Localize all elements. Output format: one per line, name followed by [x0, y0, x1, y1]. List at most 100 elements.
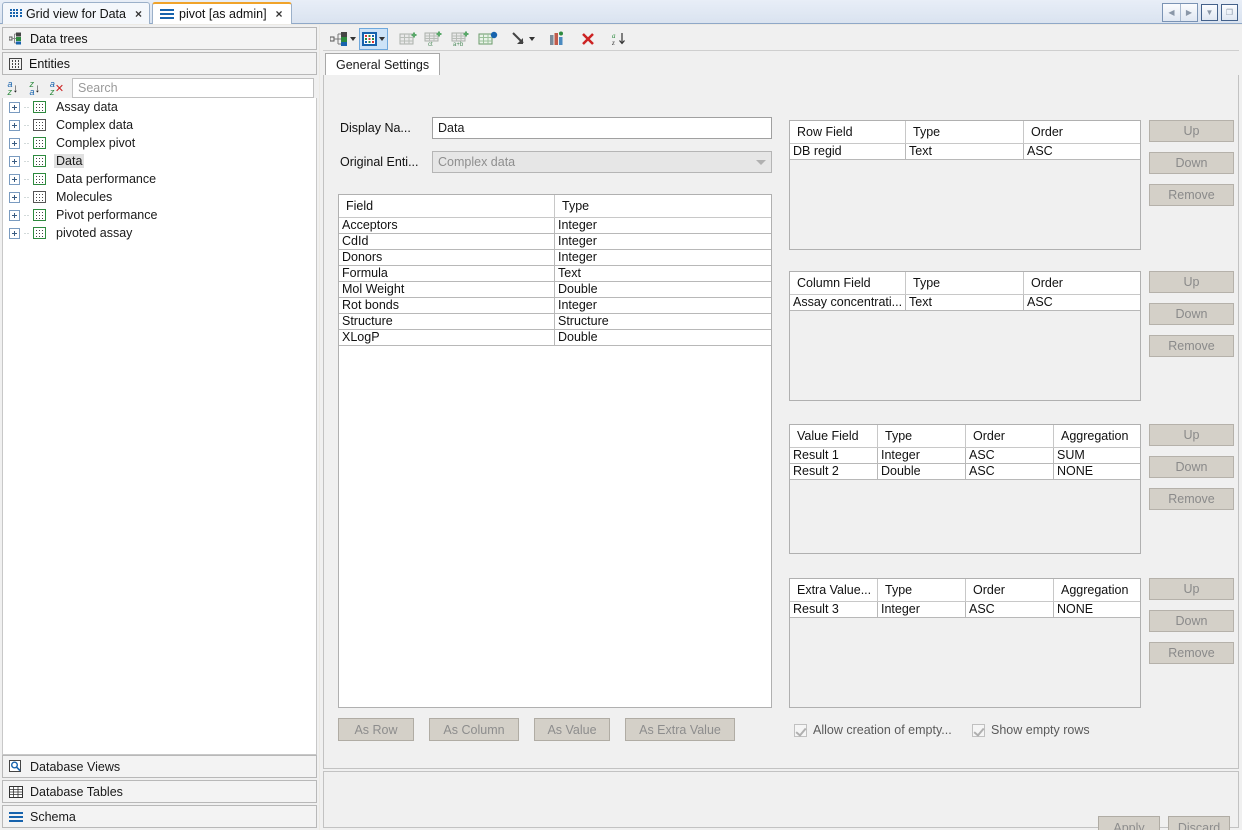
column-header[interactable]: Aggregation [1054, 425, 1140, 447]
table-row[interactable]: StructureStructure [339, 314, 771, 330]
as-column-button[interactable]: As Column [429, 718, 519, 741]
as-extra-value-button[interactable]: As Extra Value [625, 718, 735, 741]
delete-icon[interactable] [577, 28, 599, 50]
sort-desc-icon[interactable]: za↓ [24, 78, 46, 98]
sidebar-item-database-tables[interactable]: Database Tables [2, 780, 317, 803]
table-row[interactable]: DonorsInteger [339, 250, 771, 266]
expand-icon[interactable] [9, 192, 20, 203]
original-entity-select[interactable]: Complex data [432, 151, 772, 173]
table-row[interactable]: Rot bondsInteger [339, 298, 771, 314]
column-field-table[interactable]: Column FieldTypeOrderAssay concentrati..… [789, 271, 1141, 401]
down-button[interactable]: Down [1149, 456, 1234, 478]
as-value-button[interactable]: As Value [534, 718, 610, 741]
table-row[interactable]: Assay concentrati...TextASC [790, 295, 1140, 311]
sidebar-section-data-trees[interactable]: Data trees [2, 27, 317, 50]
table-row[interactable]: CdIdInteger [339, 234, 771, 250]
column-header[interactable]: Type [906, 272, 1024, 294]
remove-button[interactable]: Remove [1149, 184, 1234, 206]
tab-grid-view-for-data[interactable]: Grid view for Data × [2, 2, 150, 24]
as-row-button[interactable]: As Row [338, 718, 414, 741]
show-empty-rows-checkbox-row[interactable]: Show empty rows [972, 723, 1090, 737]
tab-close-icon[interactable]: × [135, 7, 142, 21]
apply-button[interactable]: Apply [1098, 816, 1160, 830]
sidebar-item-database-views[interactable]: Database Views [2, 755, 317, 778]
tree-item-data[interactable]: ··Data [3, 152, 316, 170]
tree-item-molecules[interactable]: ··Molecules [3, 188, 316, 206]
expand-icon[interactable] [9, 102, 20, 113]
column-header[interactable]: Order [1024, 272, 1140, 294]
table-row[interactable]: Mol WeightDouble [339, 282, 771, 298]
table-empty-area[interactable] [790, 480, 1140, 553]
allow-empty-checkbox[interactable] [794, 724, 807, 737]
remove-button[interactable]: Remove [1149, 642, 1234, 664]
column-header[interactable]: Type [906, 121, 1024, 143]
tree-item-pivoted-assay[interactable]: ··pivoted assay [3, 224, 316, 242]
column-header[interactable]: Column Field [790, 272, 906, 294]
sort-asc-icon[interactable]: az↓ [2, 78, 24, 98]
chart-icon[interactable] [546, 28, 568, 50]
column-header[interactable]: Extra Value... [790, 579, 878, 601]
column-header[interactable]: Type [555, 195, 771, 217]
tree-item-assay-data[interactable]: ··Assay data [3, 98, 316, 116]
tab-pivot-as-admin[interactable]: pivot [as admin] × [152, 2, 292, 24]
value-field-table[interactable]: Value FieldTypeOrderAggregationResult 1I… [789, 424, 1141, 554]
up-button[interactable]: Up [1149, 578, 1234, 600]
down-button[interactable]: Down [1149, 303, 1234, 325]
sort-icon[interactable]: az [608, 28, 630, 50]
expand-icon[interactable] [9, 138, 20, 149]
table-empty-area[interactable] [339, 346, 771, 707]
column-header[interactable]: Type [878, 425, 966, 447]
nav-right-button[interactable]: ▶ [1180, 4, 1197, 21]
extra-value-field-table[interactable]: Extra Value...TypeOrderAggregationResult… [789, 578, 1141, 708]
column-header[interactable]: Field [339, 195, 555, 217]
table-row[interactable]: Result 1IntegerASCSUM [790, 448, 1140, 464]
discard-button[interactable]: Discard [1168, 816, 1230, 830]
column-header[interactable]: Value Field [790, 425, 878, 447]
data-tree-dropdown[interactable] [328, 28, 358, 50]
expand-icon[interactable] [9, 156, 20, 167]
table-row[interactable]: DB regidTextASC [790, 144, 1140, 160]
column-header[interactable]: Type [878, 579, 966, 601]
tab-close-icon[interactable]: × [276, 7, 283, 21]
expand-icon[interactable] [9, 174, 20, 185]
table-empty-area[interactable] [790, 618, 1140, 707]
column-header[interactable]: Order [1024, 121, 1140, 143]
sort-clear-icon[interactable]: az✕ [46, 78, 68, 98]
add-table-icon[interactable] [397, 28, 421, 50]
show-empty-rows-checkbox[interactable] [972, 724, 985, 737]
expand-icon[interactable] [9, 210, 20, 221]
column-header[interactable]: Order [966, 425, 1054, 447]
column-header[interactable]: Aggregation [1054, 579, 1140, 601]
tab-list-dropdown-button[interactable]: ▼ [1201, 4, 1218, 21]
table-row[interactable]: XLogPDouble [339, 330, 771, 346]
remove-button[interactable]: Remove [1149, 335, 1234, 357]
display-name-input[interactable]: Data [432, 117, 772, 139]
up-button[interactable]: Up [1149, 424, 1234, 446]
tree-item-complex-data[interactable]: ··Complex data [3, 116, 316, 134]
sidebar-section-entities[interactable]: Entities [2, 52, 317, 75]
entity-grid-dropdown[interactable] [359, 28, 388, 50]
row-field-table[interactable]: Row FieldTypeOrderDB regidTextASC [789, 120, 1141, 250]
table-empty-area[interactable] [790, 160, 1140, 249]
up-button[interactable]: Up [1149, 271, 1234, 293]
add-calculated-table-icon[interactable]: ct [422, 28, 448, 50]
expand-icon[interactable] [9, 120, 20, 131]
restore-window-button[interactable]: ❐ [1221, 4, 1238, 21]
add-highlight-table-icon[interactable] [476, 28, 500, 50]
down-button[interactable]: Down [1149, 610, 1234, 632]
entity-tree[interactable]: ··Assay data··Complex data··Complex pivo… [2, 98, 317, 755]
column-header[interactable]: Row Field [790, 121, 906, 143]
fields-table[interactable]: FieldTypeAcceptorsIntegerCdIdIntegerDono… [338, 194, 772, 708]
column-header[interactable]: Order [966, 579, 1054, 601]
tree-item-pivot-performance[interactable]: ··Pivot performance [3, 206, 316, 224]
tab-general-settings[interactable]: General Settings [325, 53, 440, 76]
table-row[interactable]: Result 3IntegerASCNONE [790, 602, 1140, 618]
search-input[interactable]: Search [72, 78, 314, 98]
sidebar-item-schema[interactable]: Schema [2, 805, 317, 828]
table-empty-area[interactable] [790, 311, 1140, 400]
nav-left-button[interactable]: ◀ [1163, 4, 1180, 21]
table-row[interactable]: FormulaText [339, 266, 771, 282]
tree-item-data-performance[interactable]: ··Data performance [3, 170, 316, 188]
tree-item-complex-pivot[interactable]: ··Complex pivot [3, 134, 316, 152]
table-row[interactable]: Result 2DoubleASCNONE [790, 464, 1140, 480]
